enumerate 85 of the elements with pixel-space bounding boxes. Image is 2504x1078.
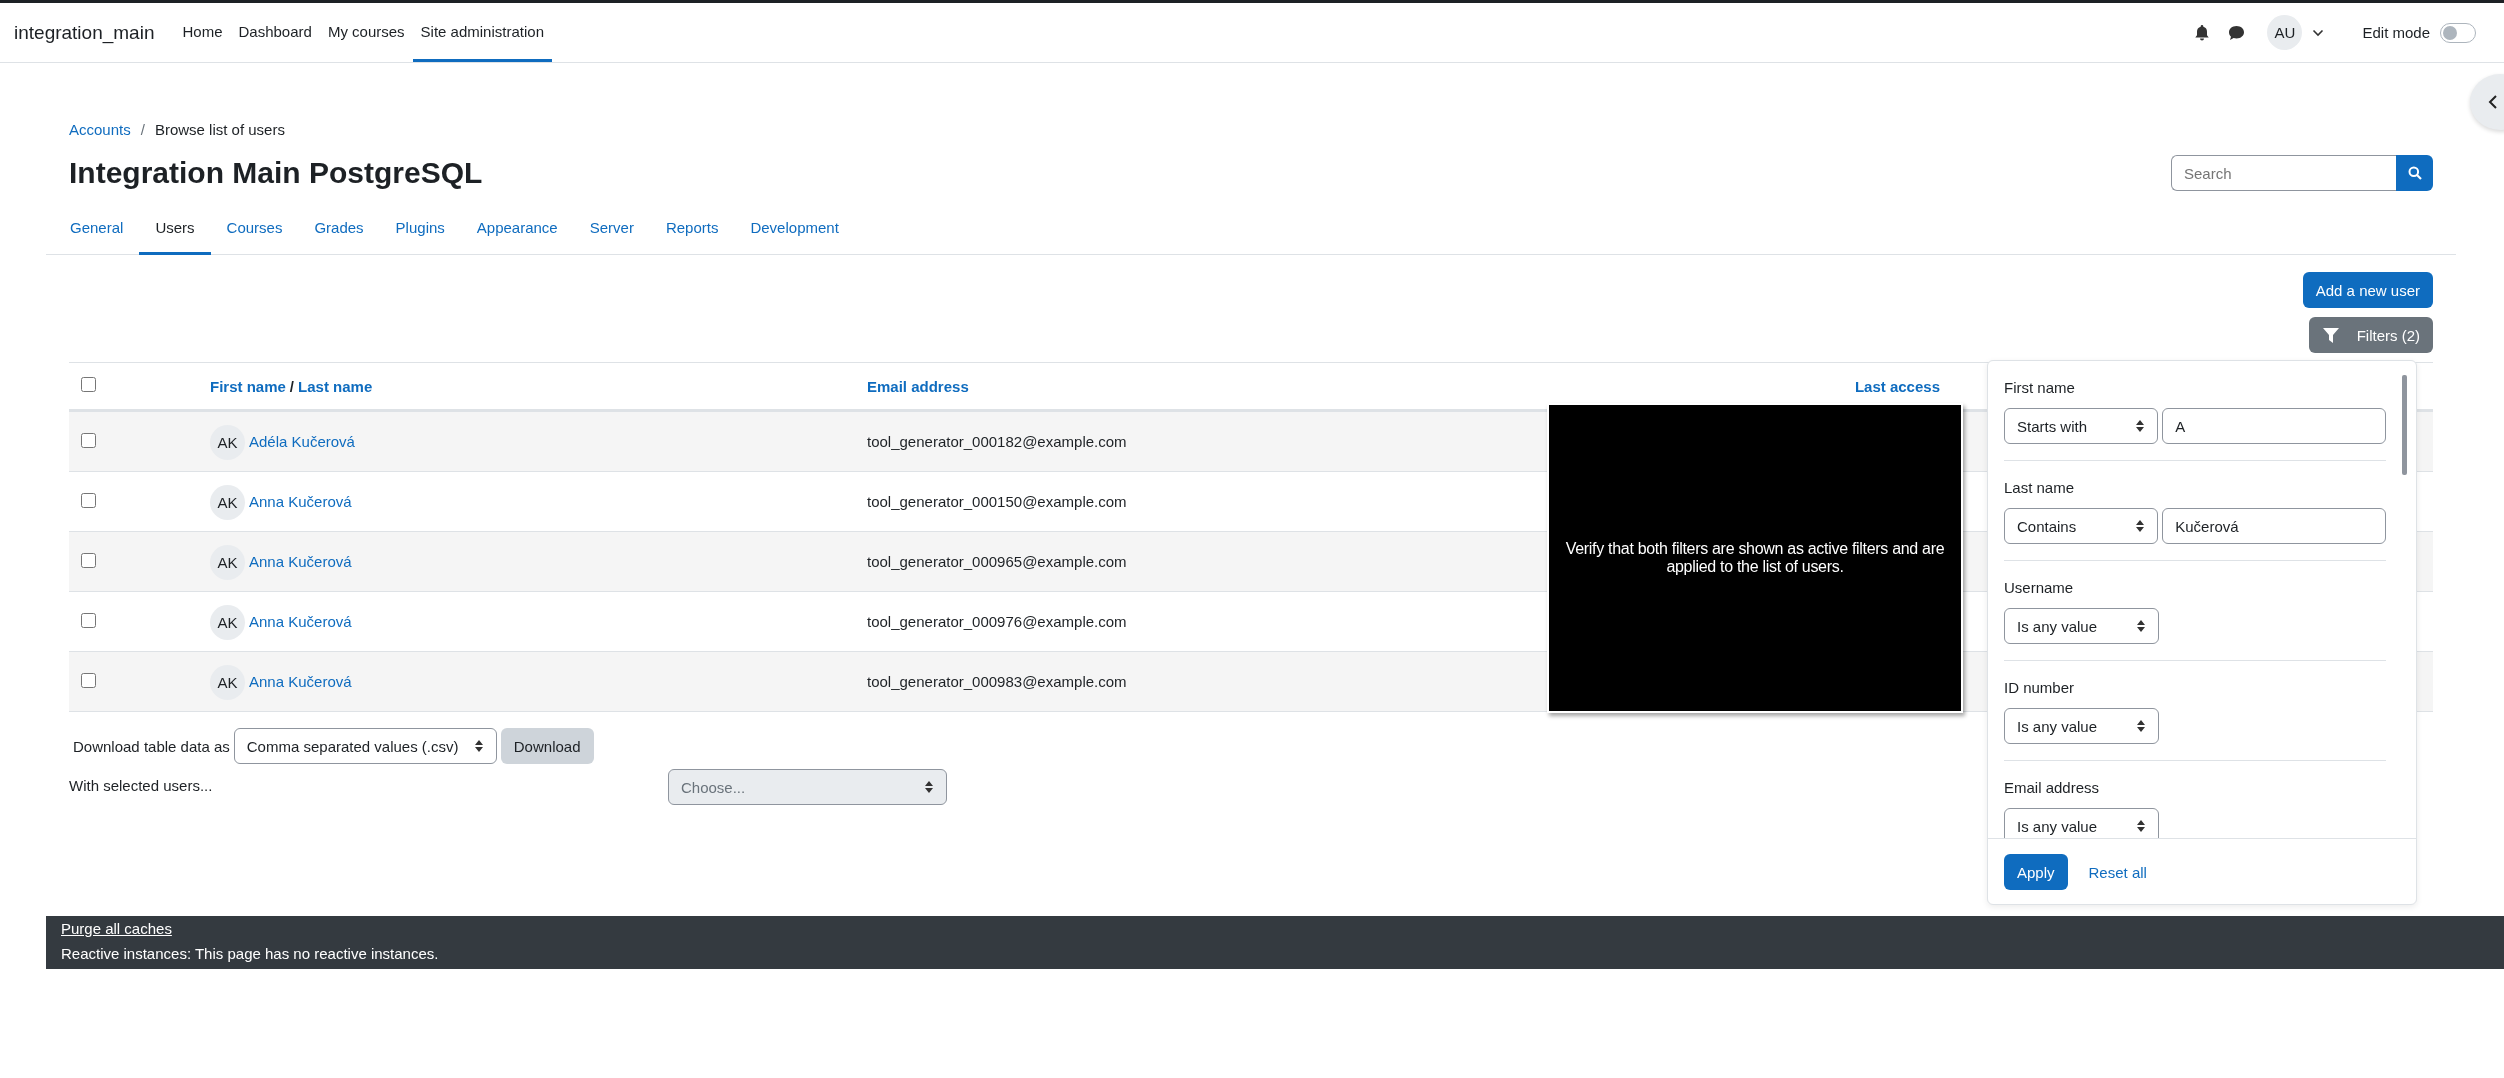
operator-select[interactable]: Is any value [2004,808,2159,838]
edit-mode-label: Edit mode [2362,24,2430,41]
row-checkbox[interactable] [81,552,96,568]
caret-icon[interactable] [2312,28,2325,37]
filter-value-field[interactable]: A [2162,408,2386,444]
tab[interactable]: Users [139,201,211,255]
nav-link[interactable]: Site administration [412,3,552,62]
email-cell: tool_generator_000150@example.com [867,493,1127,510]
page-title: Integration Main PostgreSQL [69,156,483,190]
user-name-link[interactable]: Anna Kučerová [249,553,352,570]
tab[interactable]: General [54,201,140,255]
user-avatar: AK [210,485,245,520]
email-cell: tool_generator_000965@example.com [867,553,1127,570]
user-avatar[interactable]: AU [2267,15,2303,50]
column-header-link[interactable]: Last access [1854,377,1940,395]
filters-button[interactable]: Filters (2) [2308,317,2433,353]
filter-label: Username [2004,579,2075,596]
email-cell: tool_generator_000976@example.com [867,613,1127,630]
download-button[interactable]: Download [500,728,594,764]
sort-arrows-icon [2136,819,2146,833]
user-name-link[interactable]: Anna Kučerová [249,613,352,630]
site-name[interactable]: integration_main [14,21,155,44]
search-field[interactable]: Search [2171,155,2396,191]
tab[interactable]: Grades [298,201,380,255]
row-checkbox[interactable] [81,492,96,508]
user-avatar: AK [210,425,245,460]
breadcrumb-link[interactable]: Accounts [69,121,131,141]
filter-value-field[interactable]: Kučerová [2162,508,2386,544]
search-button[interactable] [2396,155,2433,191]
nav-link[interactable]: Home [174,3,231,62]
funnel-icon [2322,327,2339,343]
edit-mode-toggle[interactable] [2440,22,2476,43]
column-header-link[interactable]: Email address [867,377,969,395]
chevron-left-icon [2488,94,2498,110]
filter-label: First name [2004,379,2076,396]
tab[interactable]: Reports [649,201,735,255]
tab[interactable]: Appearance [460,201,574,255]
download-label: Download table data as [73,737,230,755]
user-avatar: AK [210,545,245,580]
tab[interactable]: Plugins [379,201,461,255]
purge-caches-link[interactable]: Purge all caches [61,920,2489,937]
tab[interactable]: Courses [210,201,299,255]
search-icon [2407,166,2422,180]
breadcrumb-separator: / [140,121,145,140]
operator-select[interactable]: Starts with [2004,408,2159,444]
column-header-link[interactable]: First name [210,377,286,395]
nav-link[interactable]: Dashboard [230,3,320,62]
add-user-button[interactable]: Add a new user [2302,272,2433,308]
sort-arrows-icon [2135,519,2146,533]
sort-arrows-icon [2136,619,2146,633]
sort-arrows-icon [473,739,484,753]
row-checkbox[interactable] [81,672,96,688]
filter-label: Last name [2004,479,2076,496]
user-avatar: AK [210,665,245,700]
operator-select[interactable]: Is any value [2004,708,2159,744]
email-cell: tool_generator_000182@example.com [867,433,1127,450]
select-all-checkbox[interactable] [81,377,96,392]
filter-label: Email address [2004,779,2101,796]
sort-arrows-icon [924,780,934,794]
row-checkbox[interactable] [81,612,96,628]
sort-arrows-icon [2135,419,2146,433]
header-separator: / [289,377,295,395]
email-cell: tool_generator_000983@example.com [867,673,1127,690]
filter-label: ID number [2004,679,2076,696]
operator-select[interactable]: Contains [2004,508,2159,544]
sort-arrows-icon [2136,719,2146,733]
nav-link[interactable]: My courses [319,3,413,62]
user-name-link[interactable]: Anna Kučerová [249,493,352,510]
user-avatar: AK [210,605,245,640]
tab[interactable]: Server [573,201,650,255]
user-name-link[interactable]: Anna Kučerová [249,673,352,690]
overlay-text: Verify that both filters are shown as active filters and are applied to the list of users. [1564,540,1946,576]
bulk-action-label: With selected users... [69,776,214,794]
chat-icon[interactable] [2228,24,2246,41]
apply-button[interactable]: Apply [2004,854,2068,890]
user-name-link[interactable]: Adéla Kučerová [249,433,355,450]
bell-icon[interactable] [2194,24,2211,41]
footer-text: Reactive instances: This page has no reactive instances. [61,945,440,962]
tab[interactable]: Development [734,201,855,255]
column-header-link[interactable]: Last name [298,377,373,395]
format-select[interactable]: Comma separated values (.csv) [233,728,497,764]
breadcrumb-current: Browse list of users [154,121,285,140]
reset-all-link[interactable]: Reset all [2088,863,2147,881]
row-checkbox[interactable] [81,432,96,448]
operator-select[interactable]: Is any value [2004,608,2159,644]
